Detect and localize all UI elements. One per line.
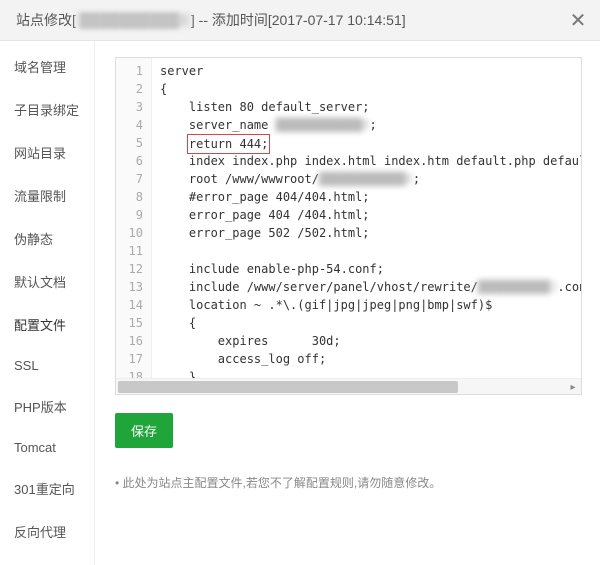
editor-wrap: 123456789101112131415161718 server{ list… xyxy=(115,57,582,395)
code-line-16: expires 30d; xyxy=(160,332,581,350)
code-line-11 xyxy=(160,242,581,260)
code-area[interactable]: server{ listen 80 default_server; server… xyxy=(152,58,581,378)
main-panel: 123456789101112131415161718 server{ list… xyxy=(95,41,600,565)
modal-body: 域名管理子目录绑定网站目录流量限制伪静态默认文档配置文件SSLPHP版本Tomc… xyxy=(0,41,600,565)
code-line-1: server xyxy=(160,62,581,80)
scroll-thumb[interactable] xyxy=(118,381,458,393)
sidebar-item-4[interactable]: 伪静态 xyxy=(0,217,94,260)
config-note: 此处为站点主配置文件,若您不了解配置规则,请勿随意修改。 xyxy=(115,474,582,491)
code-line-7: root /www/wwwroot/████████████8; xyxy=(160,170,581,188)
title-sitename-masked: ██████████8 xyxy=(76,12,191,28)
code-line-9: error_page 404 /404.html; xyxy=(160,206,581,224)
scroll-right-icon[interactable]: ▸ xyxy=(565,379,581,395)
sidebar-item-0[interactable]: 域名管理 xyxy=(0,45,94,88)
sidebar-item-6[interactable]: 配置文件 xyxy=(0,303,94,346)
modal-title: 站点修改[██████████8] -- 添加时间[2017-07-17 10:… xyxy=(16,10,406,30)
sidebar-item-2[interactable]: 网站目录 xyxy=(0,131,94,174)
code-line-18: } xyxy=(160,368,581,378)
code-line-10: error_page 502 /502.html; xyxy=(160,224,581,242)
sidebar-item-7[interactable]: SSL xyxy=(0,346,94,385)
sidebar: 域名管理子目录绑定网站目录流量限制伪静态默认文档配置文件SSLPHP版本Tomc… xyxy=(0,41,95,565)
code-line-2: { xyxy=(160,80,581,98)
line-number-gutter: 123456789101112131415161718 xyxy=(116,58,152,378)
close-icon: ✕ xyxy=(570,8,587,33)
close-button[interactable]: ✕ xyxy=(564,6,592,34)
code-line-13: include /www/server/panel/vhost/rewrite/… xyxy=(160,278,581,296)
sidebar-item-5[interactable]: 默认文档 xyxy=(0,260,94,303)
sidebar-item-10[interactable]: 301重定向 xyxy=(0,467,94,510)
code-line-6: index index.php index.html index.htm def… xyxy=(160,152,581,170)
sidebar-item-9[interactable]: Tomcat xyxy=(0,428,94,467)
editor-content: 123456789101112131415161718 server{ list… xyxy=(116,58,581,378)
horizontal-scrollbar[interactable]: ▸ xyxy=(116,378,581,394)
title-prefix: 站点修改[ xyxy=(16,12,76,28)
sidebar-item-11[interactable]: 反向代理 xyxy=(0,510,94,553)
code-line-14: location ~ .*\.(gif|jpg|jpeg|png|bmp|swf… xyxy=(160,296,581,314)
sidebar-item-8[interactable]: PHP版本 xyxy=(0,385,94,428)
sidebar-item-12[interactable]: 风险扫描 xyxy=(0,553,94,565)
code-line-4: server_name ████████████8; xyxy=(160,116,581,134)
code-line-17: access_log off; xyxy=(160,350,581,368)
code-line-12: include enable-php-54.conf; xyxy=(160,260,581,278)
config-editor[interactable]: 123456789101112131415161718 server{ list… xyxy=(115,57,582,395)
modal-header: 站点修改[██████████8] -- 添加时间[2017-07-17 10:… xyxy=(0,0,600,41)
sidebar-item-3[interactable]: 流量限制 xyxy=(0,174,94,217)
code-line-3: listen 80 default_server; xyxy=(160,98,581,116)
code-line-5: return 444; xyxy=(160,134,581,152)
code-line-15: { xyxy=(160,314,581,332)
title-suffix: ] -- 添加时间[2017-07-17 10:14:51] xyxy=(191,12,406,28)
code-line-8: #error_page 404/404.html; xyxy=(160,188,581,206)
site-edit-modal: 站点修改[██████████8] -- 添加时间[2017-07-17 10:… xyxy=(0,0,600,565)
sidebar-item-1[interactable]: 子目录绑定 xyxy=(0,88,94,131)
save-button[interactable]: 保存 xyxy=(115,413,173,448)
